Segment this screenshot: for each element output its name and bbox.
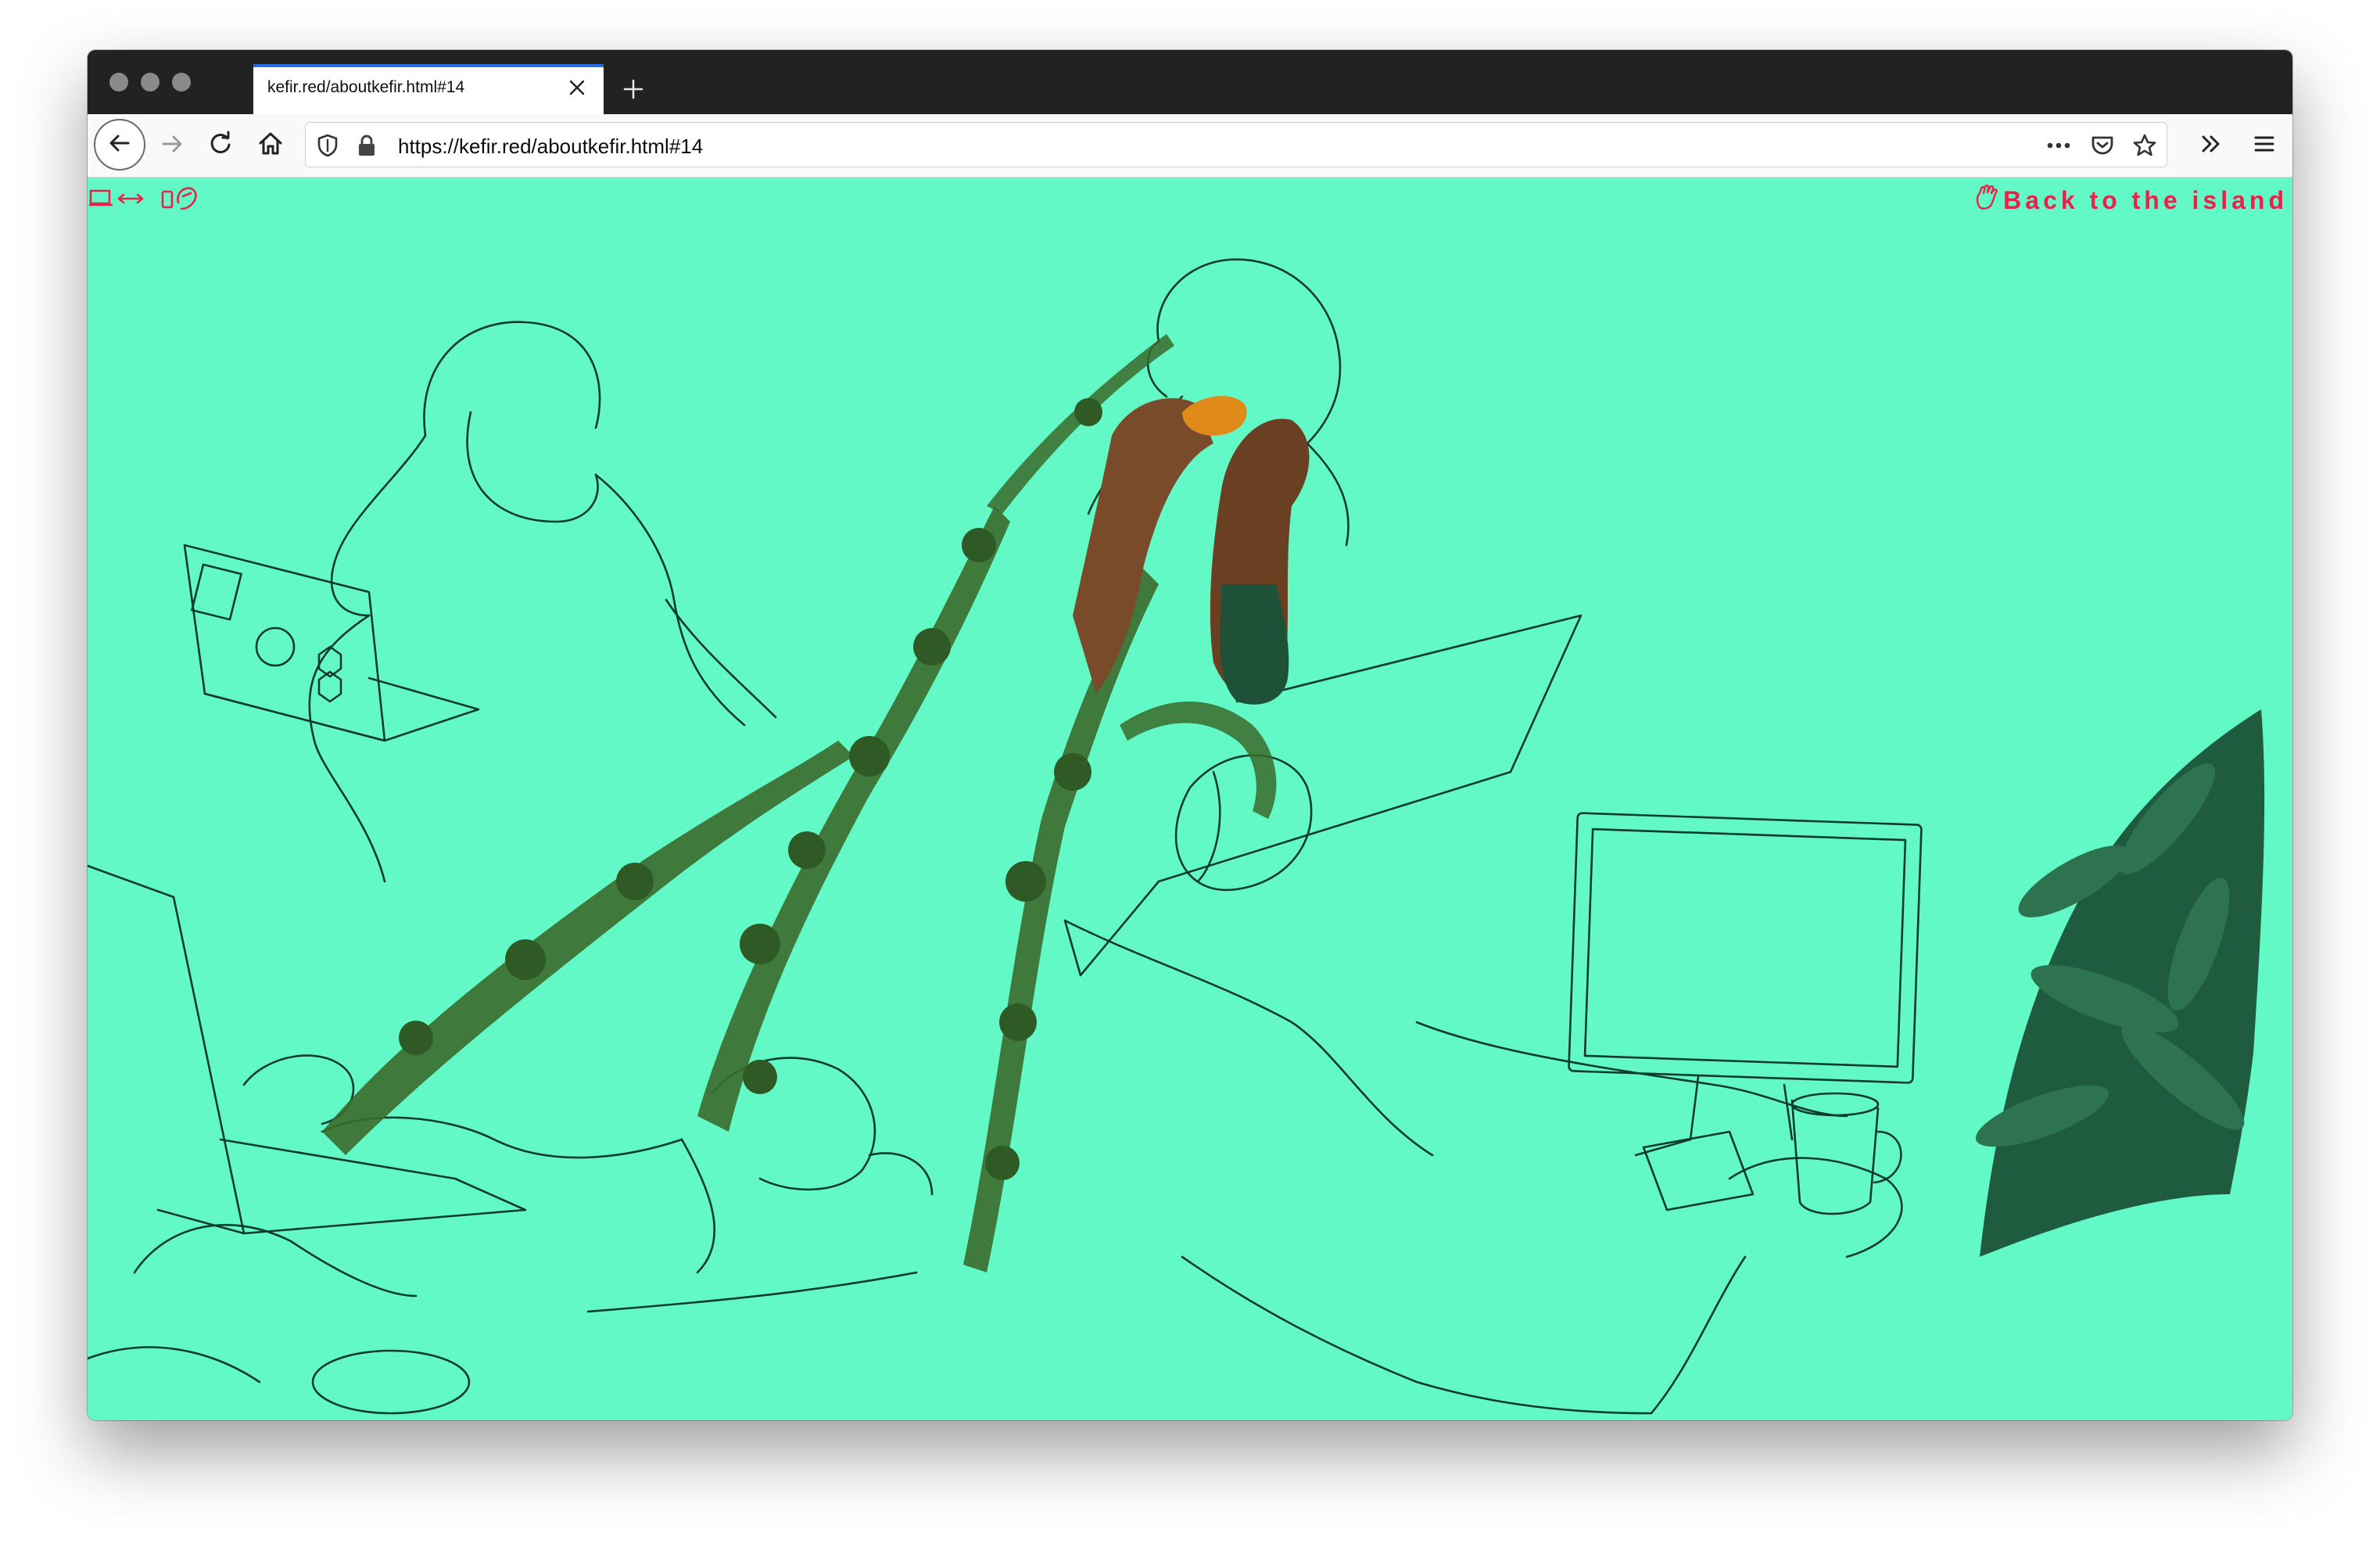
sticker-laptop-outline bbox=[183, 544, 386, 742]
hand-icon bbox=[1973, 184, 2000, 217]
monitor-outline bbox=[1568, 812, 1923, 1084]
person-head-outline bbox=[423, 321, 601, 437]
back-to-island-link[interactable]: Back to the island bbox=[1973, 184, 2288, 217]
menu-icon bbox=[2253, 134, 2275, 158]
back-button[interactable] bbox=[94, 119, 145, 170]
lock-icon[interactable] bbox=[354, 133, 379, 158]
zoom-window-button[interactable] bbox=[172, 73, 191, 92]
view-controls bbox=[88, 185, 199, 216]
forward-arrow-icon bbox=[159, 131, 185, 161]
tab-title: kefir.red/aboutkefir.html#14 bbox=[267, 78, 465, 96]
url-bar[interactable]: https://kefir.red/aboutkefir.html#14 bbox=[305, 122, 2167, 167]
navigation-bar: https://kefir.red/aboutkefir.html#14 bbox=[88, 114, 2292, 178]
forward-button[interactable] bbox=[150, 124, 194, 167]
reload-icon bbox=[207, 131, 234, 161]
close-icon[interactable] bbox=[565, 75, 590, 100]
browser-window: kefir.red/aboutkefir.html#14 https://kef… bbox=[88, 50, 2292, 1420]
back-to-island-label: Back to the island bbox=[2003, 185, 2288, 214]
phone-touch-icon[interactable] bbox=[161, 185, 199, 216]
laptop-resize-icon[interactable] bbox=[89, 188, 145, 214]
more-icon[interactable] bbox=[2046, 133, 2071, 158]
overflow-icon bbox=[2199, 133, 2223, 159]
pocket-icon[interactable] bbox=[2090, 133, 2115, 158]
title-bar: kefir.red/aboutkefir.html#14 bbox=[88, 50, 2292, 114]
plus-icon[interactable] bbox=[618, 74, 649, 105]
office-illustration bbox=[88, 258, 2265, 1415]
back-arrow-icon bbox=[106, 130, 133, 160]
url-text: https://kefir.red/aboutkefir.html#14 bbox=[398, 135, 704, 158]
overflow-button[interactable] bbox=[2189, 124, 2233, 167]
menu-button[interactable] bbox=[2242, 124, 2286, 167]
shield-icon[interactable] bbox=[315, 133, 340, 158]
left-laptop-outline bbox=[88, 864, 246, 1235]
home-icon bbox=[257, 131, 284, 161]
minimize-window-button[interactable] bbox=[141, 73, 160, 92]
close-window-button[interactable] bbox=[109, 73, 128, 92]
hands-decoration bbox=[1073, 396, 1310, 705]
home-button[interactable] bbox=[249, 124, 292, 167]
star-icon[interactable] bbox=[2132, 133, 2157, 158]
page-content: Back to the island bbox=[88, 178, 2292, 1420]
reclining-person-outline bbox=[1063, 919, 1434, 1157]
active-tab[interactable]: kefir.red/aboutkefir.html#14 bbox=[253, 64, 604, 114]
reload-button[interactable] bbox=[199, 124, 242, 167]
